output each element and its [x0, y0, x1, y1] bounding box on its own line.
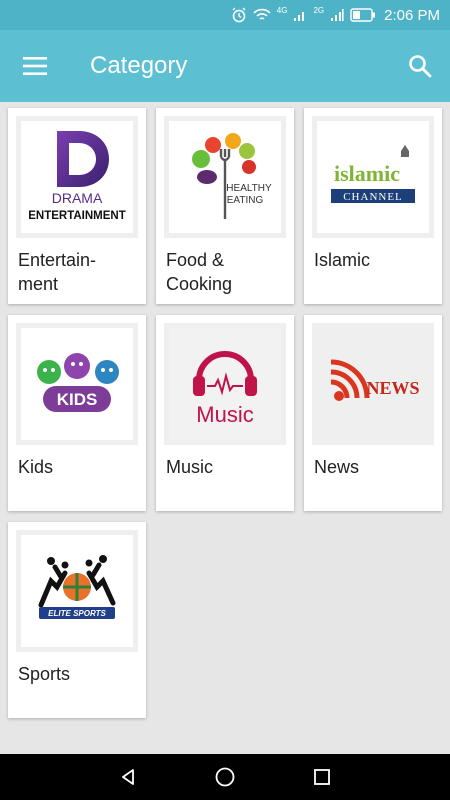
back-icon[interactable]	[108, 757, 148, 797]
category-thumbnail: islamic CHANNEL	[312, 116, 434, 238]
wifi-icon	[253, 8, 271, 22]
category-card-sports[interactable]: ELITE SPORTS Sports	[8, 522, 146, 718]
category-label: Sports	[18, 664, 71, 684]
category-label: Islamic	[314, 250, 371, 270]
category-label: Food & Cooking	[166, 250, 233, 294]
svg-text:NEWS: NEWS	[366, 378, 419, 398]
category-card-entertainment[interactable]: DRAMA ENTERTAINMENT Entertain- ment	[8, 108, 146, 304]
svg-text:HEALTHY: HEALTHY	[226, 183, 272, 194]
page-title: Category	[90, 52, 188, 79]
islamic-channel-logo: islamic CHANNEL	[331, 145, 415, 203]
svg-text:DRAMA: DRAMA	[52, 190, 103, 206]
category-thumbnail: DRAMA ENTERTAINMENT	[16, 116, 138, 238]
kids-logo: KIDS	[37, 353, 119, 412]
recents-icon[interactable]	[302, 757, 342, 797]
home-icon[interactable]	[205, 757, 245, 797]
music-logo: Music	[193, 351, 257, 427]
battery-icon	[350, 8, 376, 22]
hamburger-menu-icon[interactable]	[0, 30, 70, 102]
category-thumbnail: NEWS	[312, 323, 434, 445]
category-label: Entertain- ment	[18, 250, 97, 294]
svg-text:CHANNEL: CHANNEL	[343, 191, 403, 203]
app-bar: Category	[0, 30, 450, 102]
category-thumbnail: ELITE SPORTS	[16, 530, 138, 652]
drama-entertainment-logo: DRAMA ENTERTAINMENT	[28, 131, 126, 222]
category-thumbnail: HEALTHY EATING	[164, 116, 286, 238]
category-card-kids[interactable]: KIDS Kids	[8, 315, 146, 511]
healthy-eating-logo: HEALTHY EATING	[192, 133, 272, 219]
category-card-music[interactable]: Music Music	[156, 315, 294, 511]
category-card-food-cooking[interactable]: HEALTHY EATING Food & Cooking	[156, 108, 294, 304]
elite-sports-logo: ELITE SPORTS	[38, 555, 116, 619]
svg-text:Music: Music	[196, 402, 253, 427]
network-type-2g: 2G	[313, 6, 325, 15]
category-thumbnail: Music	[164, 323, 286, 445]
category-label: Music	[166, 457, 214, 477]
signal-icon	[293, 8, 307, 22]
svg-text:islamic: islamic	[334, 161, 400, 186]
category-label: News	[314, 457, 360, 477]
svg-text:EATING: EATING	[227, 195, 264, 206]
category-label: Kids	[18, 457, 54, 477]
clock-time: 2:06 PM	[384, 6, 440, 24]
svg-text:KIDS: KIDS	[57, 390, 98, 409]
category-card-islamic[interactable]: islamic CHANNEL Islamic	[304, 108, 442, 304]
search-icon[interactable]	[390, 30, 450, 102]
category-thumbnail: KIDS	[16, 323, 138, 445]
system-nav-bar	[0, 754, 450, 800]
svg-text:ELITE SPORTS: ELITE SPORTS	[48, 609, 106, 618]
svg-text:ENTERTAINMENT: ENTERTAINMENT	[28, 210, 126, 222]
status-bar: 4G 2G 2:06 PM	[0, 0, 450, 30]
signal-icon-2	[330, 8, 344, 22]
alarm-icon	[231, 7, 247, 23]
category-card-news[interactable]: NEWS News	[304, 315, 442, 511]
network-type-4g: 4G	[276, 6, 288, 15]
news-logo: NEWS	[330, 359, 420, 401]
